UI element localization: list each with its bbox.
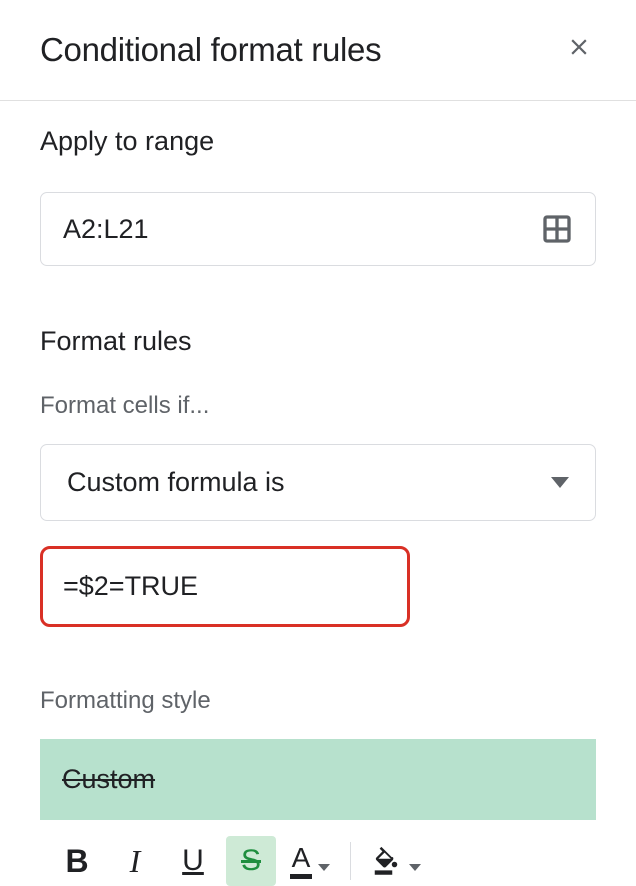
text-color-icon: A xyxy=(292,844,311,872)
formatting-style-label: Formatting style xyxy=(40,687,596,715)
chevron-down-icon xyxy=(551,477,569,488)
format-rules-title: Format rules xyxy=(40,326,596,357)
grid-select-icon[interactable] xyxy=(541,213,573,245)
formula-input[interactable] xyxy=(63,571,387,602)
strikethrough-button[interactable]: S xyxy=(226,836,276,886)
condition-selected-value: Custom formula is xyxy=(67,467,285,498)
bold-button[interactable]: B xyxy=(52,836,102,886)
condition-select[interactable]: Custom formula is xyxy=(40,444,596,521)
italic-button[interactable]: I xyxy=(110,836,160,886)
style-preview[interactable]: Custom xyxy=(40,739,596,820)
underline-button[interactable]: U xyxy=(168,836,218,886)
panel-title: Conditional format rules xyxy=(40,31,381,69)
range-input-field[interactable]: A2:L21 xyxy=(40,192,596,266)
paint-bucket-icon xyxy=(371,846,401,876)
formula-input-wrapper[interactable] xyxy=(40,546,410,627)
text-color-button[interactable]: A xyxy=(284,838,336,885)
chevron-down-icon xyxy=(409,864,421,871)
format-cells-if-label: Format cells if... xyxy=(40,392,596,420)
format-toolbar: B I U S A xyxy=(40,826,596,886)
style-preview-text: Custom xyxy=(62,764,155,794)
chevron-down-icon xyxy=(318,864,330,871)
range-value: A2:L21 xyxy=(63,214,149,245)
close-icon xyxy=(566,34,592,60)
apply-to-range-title: Apply to range xyxy=(40,126,596,157)
toolbar-divider xyxy=(350,842,351,880)
close-button[interactable] xyxy=(562,30,596,70)
